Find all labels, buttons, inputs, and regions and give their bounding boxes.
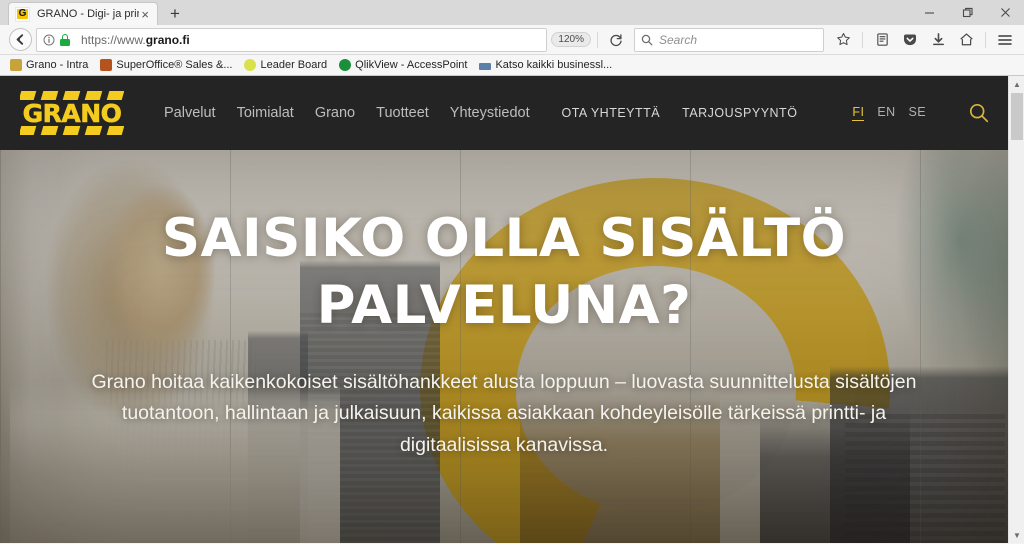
browser-tab[interactable]: G GRANO - Digi- ja printtip... × <box>8 2 158 25</box>
back-button[interactable] <box>6 26 34 54</box>
grano-logo[interactable]: GRANO <box>18 90 126 136</box>
nav-item-yhteystiedot[interactable]: Yhteystiedot <box>450 105 530 121</box>
bookmark-item[interactable]: Leader Board <box>239 58 332 72</box>
bookmark-label: SuperOffice® Sales &... <box>116 59 233 71</box>
cta-tarjouspyynto[interactable]: TARJOUSPYYNTÖ <box>682 106 797 120</box>
grano-g-favicon: G <box>15 6 30 22</box>
site-header: GRANO Palvelut Toimialat Grano Tuotteet … <box>0 76 1008 150</box>
hero-title-line-1: SAISIKO OLLA SISÄLTÖ <box>161 208 847 269</box>
toolbar-divider-3 <box>985 31 986 48</box>
language-switcher: FI EN SE <box>852 105 926 121</box>
bookmark-item[interactable]: QlikView - AccessPoint <box>334 58 472 72</box>
web-page: GRANO Palvelut Toimialat Grano Tuotteet … <box>0 76 1008 543</box>
toolbar-divider <box>597 31 598 48</box>
downloads-icon[interactable] <box>925 27 951 53</box>
bookmark-star-icon[interactable] <box>830 27 856 53</box>
nav-item-palvelut[interactable]: Palvelut <box>164 105 216 121</box>
logo-stripes-bottom <box>20 126 124 135</box>
header-ctas: OTA YHTEYTTÄ TARJOUSPYYNTÖ <box>562 106 798 120</box>
hero-subtitle: Grano hoitaa kaikenkokoiset sisältöhankk… <box>91 370 917 456</box>
bookmark-favicon <box>479 63 492 70</box>
menu-icon[interactable] <box>992 27 1018 53</box>
minimize-button[interactable] <box>910 0 948 25</box>
toolbar-divider-2 <box>862 31 863 48</box>
language-se[interactable]: SE <box>909 105 926 121</box>
search-icon <box>641 34 653 45</box>
back-arrow-icon <box>8 28 32 51</box>
bookmark-item[interactable]: Grano - Intra <box>5 58 93 72</box>
search-bar[interactable]: Search <box>634 27 824 52</box>
url-domain: grano.fi <box>145 32 190 47</box>
bookmarks-bar: Grano - Intra SuperOffice® Sales &... Le… <box>0 55 1024 76</box>
bookmark-item[interactable]: Katso kaikki businessl... <box>474 58 617 72</box>
browser-window: G GRANO - Digi- ja printtip... × + <box>0 0 1024 544</box>
reload-button[interactable] <box>602 26 630 54</box>
url-text: https://www.grano.fi <box>81 33 190 47</box>
bookmark-label: Leader Board <box>260 59 328 71</box>
bookmark-label: QlikView - AccessPoint <box>355 59 468 71</box>
new-tab-button[interactable]: + <box>170 5 180 25</box>
page-scrollbar[interactable]: ▲ ▼ <box>1008 76 1024 543</box>
language-en[interactable]: EN <box>877 105 895 121</box>
tab-title: GRANO - Digi- ja printtip... <box>37 8 139 20</box>
close-icon[interactable]: × <box>139 8 151 21</box>
nav-item-toimialat[interactable]: Toimialat <box>237 105 294 121</box>
library-icon[interactable] <box>869 27 895 53</box>
hero-title: SAISIKO OLLA SISÄLTÖ PALVELUNA? <box>0 205 1008 340</box>
hero-title-line-2: PALVELUNA? <box>316 275 692 337</box>
bookmark-favicon <box>100 59 113 71</box>
toolbar-icons <box>830 27 1018 53</box>
bookmark-label: Grano - Intra <box>26 59 89 71</box>
site-identity[interactable] <box>41 33 75 46</box>
page-viewport: GRANO Palvelut Toimialat Grano Tuotteet … <box>0 76 1024 543</box>
url-prefix: https://www. <box>81 32 146 47</box>
logo-wordmark: GRANO <box>22 98 122 128</box>
search-icon[interactable] <box>968 102 990 124</box>
home-icon[interactable] <box>953 27 979 53</box>
pocket-icon[interactable] <box>897 27 923 53</box>
close-button[interactable] <box>986 0 1024 25</box>
address-bar[interactable]: https://www.grano.fi <box>36 27 548 52</box>
nav-item-grano[interactable]: Grano <box>315 105 355 121</box>
zoom-level-badge[interactable]: 120% <box>551 32 591 47</box>
main-navigation: Palvelut Toimialat Grano Tuotteet Yhteys… <box>164 105 530 121</box>
nav-item-tuotteet[interactable]: Tuotteet <box>376 105 429 121</box>
bookmark-favicon <box>244 59 257 71</box>
scrollbar-thumb[interactable] <box>1011 93 1023 140</box>
search-placeholder: Search <box>659 32 698 47</box>
hero-content: SAISIKO OLLA SISÄLTÖ PALVELUNA? Grano ho… <box>0 150 1008 461</box>
tab-strip: G GRANO - Digi- ja printtip... × + <box>0 0 1024 25</box>
scroll-up-arrow[interactable]: ▲ <box>1009 76 1024 92</box>
scroll-down-arrow[interactable]: ▼ <box>1009 527 1024 543</box>
cta-ota-yhteytta[interactable]: OTA YHTEYTTÄ <box>562 106 661 120</box>
restore-button[interactable] <box>948 0 986 25</box>
bookmark-favicon <box>339 59 352 71</box>
browser-toolbar: https://www.grano.fi 120% Search <box>0 25 1024 55</box>
bookmark-label: Katso kaikki businessl... <box>495 59 613 71</box>
header-right: OTA YHTEYTTÄ TARJOUSPYYNTÖ FI EN SE <box>562 102 991 124</box>
hero-section: SAISIKO OLLA SISÄLTÖ PALVELUNA? Grano ho… <box>0 150 1008 543</box>
language-fi[interactable]: FI <box>852 105 865 121</box>
bookmark-favicon <box>10 59 22 71</box>
secure-lock-icon <box>60 33 70 46</box>
window-controls <box>910 0 1024 25</box>
bookmark-item[interactable]: SuperOffice® Sales &... <box>95 58 237 72</box>
page-info-icon[interactable] <box>43 34 55 46</box>
